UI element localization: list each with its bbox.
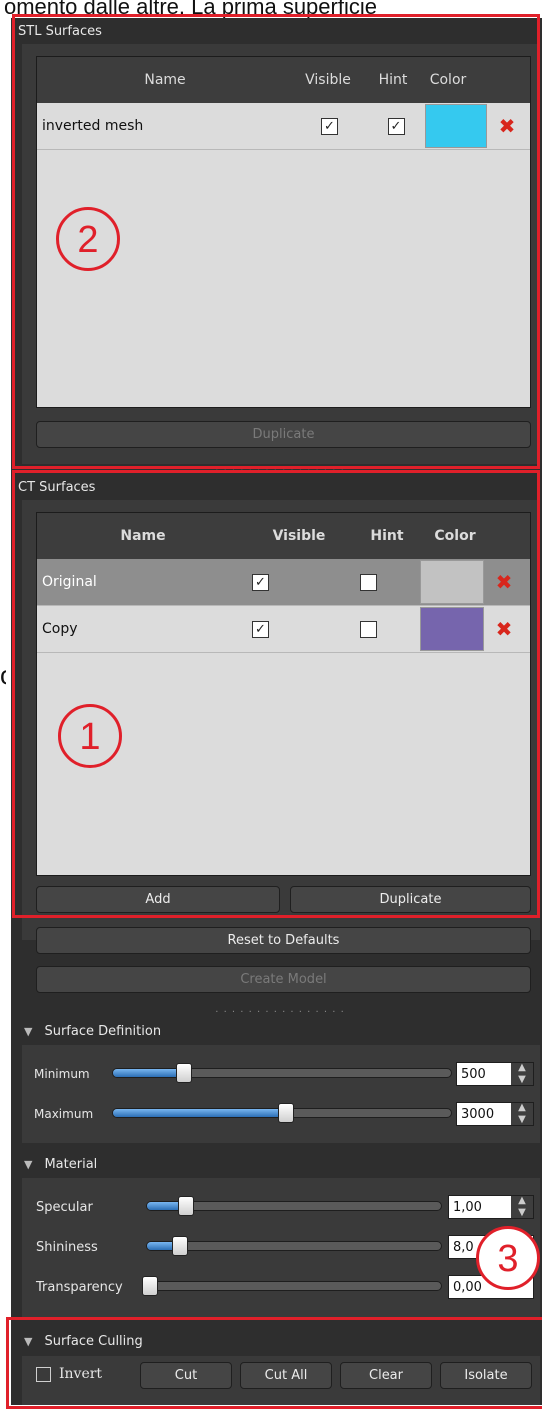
splitter-handle[interactable]: · · · · · · · · · · · · · · · ·	[200, 1007, 360, 1018]
shininess-slider[interactable]	[146, 1241, 442, 1251]
isolate-button[interactable]: Isolate	[440, 1362, 532, 1389]
maximum-label: Maximum	[34, 1107, 94, 1121]
maximum-spinbox[interactable]: 3000 ▲ ▼	[456, 1102, 534, 1126]
collapse-triangle-icon[interactable]: ▼	[24, 1335, 32, 1348]
clear-button[interactable]: Clear	[340, 1362, 432, 1389]
maximum-slider-handle[interactable]	[278, 1103, 294, 1123]
invert-label[interactable]: Invert	[59, 1366, 102, 1382]
shininess-label: Shininess	[36, 1240, 98, 1255]
specular-slider-handle[interactable]	[177, 1196, 194, 1216]
transparency-value[interactable]: 0,00	[449, 1280, 482, 1295]
cut-button[interactable]: Cut	[140, 1362, 232, 1389]
cut-all-button[interactable]: Cut All	[240, 1362, 332, 1389]
invert-checkbox[interactable]	[36, 1366, 51, 1382]
surface-culling-header[interactable]: ▼ Surface Culling	[24, 1334, 143, 1349]
specular-slider-fill	[147, 1202, 183, 1210]
transparency-slider-handle[interactable]	[142, 1276, 158, 1296]
annotation-box-2-frame	[12, 14, 540, 469]
caption-fragment: o	[0, 660, 6, 720]
transparency-label: Transparency	[36, 1280, 123, 1295]
surface-definition-header[interactable]: ▼ Surface Definition	[24, 1024, 161, 1039]
specular-spinbox[interactable]: 1,00 ▲ ▼	[448, 1195, 534, 1219]
minimum-label: Minimum	[34, 1067, 90, 1081]
maximum-value[interactable]: 3000	[457, 1107, 494, 1122]
surface-definition-panel	[22, 1045, 540, 1143]
surface-definition-title: Surface Definition	[44, 1024, 162, 1039]
create-model-button[interactable]: Create Model	[36, 966, 531, 993]
spin-arrows-icon[interactable]: ▲ ▼	[511, 1195, 533, 1218]
minimum-slider-handle[interactable]	[176, 1063, 192, 1083]
specular-label: Specular	[36, 1200, 93, 1215]
spin-arrows-icon[interactable]: ▲ ▼	[511, 1102, 533, 1125]
surface-culling-title: Surface Culling	[44, 1334, 143, 1349]
specular-value[interactable]: 1,00	[449, 1200, 482, 1215]
minimum-slider[interactable]	[112, 1068, 452, 1078]
minimum-slider-fill	[113, 1069, 181, 1077]
annotation-box-1-outline	[12, 470, 540, 918]
spin-arrows-icon[interactable]: ▲ ▼	[511, 1062, 533, 1085]
collapse-triangle-icon[interactable]: ▼	[24, 1158, 32, 1171]
annotation-3: 3	[476, 1226, 540, 1290]
minimum-value[interactable]: 500	[457, 1067, 486, 1082]
shininess-value[interactable]: 8,0	[449, 1240, 474, 1255]
transparency-slider[interactable]	[146, 1281, 442, 1291]
shininess-slider-handle[interactable]	[171, 1236, 188, 1256]
reset-defaults-button[interactable]: Reset to Defaults	[36, 927, 531, 954]
material-title: Material	[44, 1157, 98, 1172]
maximum-slider-fill	[113, 1109, 282, 1117]
minimum-spinbox[interactable]: 500 ▲ ▼	[456, 1062, 534, 1086]
collapse-triangle-icon[interactable]: ▼	[24, 1025, 32, 1038]
invert-option[interactable]: Invert	[36, 1366, 102, 1382]
material-header[interactable]: ▼ Material	[24, 1157, 97, 1172]
